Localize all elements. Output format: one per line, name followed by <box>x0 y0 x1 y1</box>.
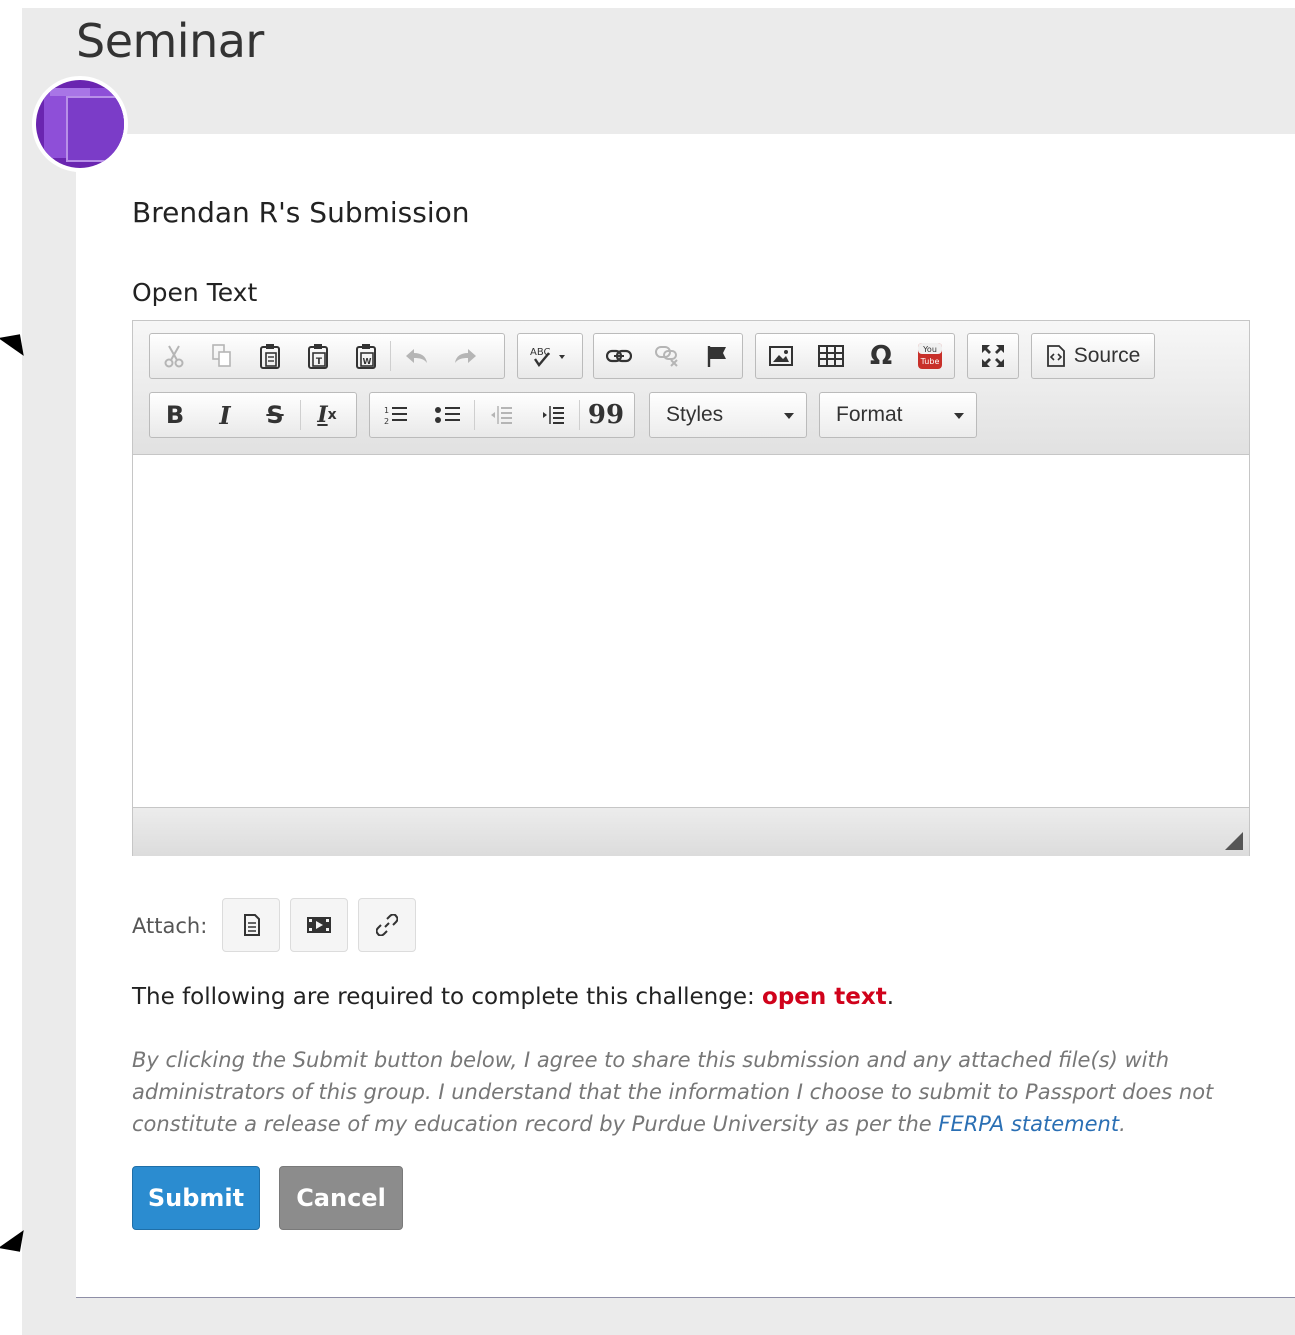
format-dropdown[interactable]: Format <box>819 392 977 438</box>
arrow-annotation-top <box>0 334 24 360</box>
source-icon <box>1046 345 1066 367</box>
svg-text:2: 2 <box>384 417 389 426</box>
rich-text-editor: T W ABC Ω You Tube Source B I S I x 1 2 … <box>132 320 1250 856</box>
outdent-icon[interactable] <box>475 393 527 437</box>
indent-icon[interactable] <box>527 393 579 437</box>
maximize-icon[interactable] <box>968 334 1018 378</box>
table-icon[interactable] <box>806 334 856 378</box>
italic-icon[interactable]: I <box>200 393 250 437</box>
link-icon <box>376 914 398 936</box>
source-label: Source <box>1073 344 1141 367</box>
svg-text:T: T <box>316 357 323 367</box>
submit-button[interactable]: Submit <box>132 1166 260 1230</box>
image-icon[interactable] <box>756 334 806 378</box>
toolbar-group-links <box>593 333 743 379</box>
required-item: open text <box>762 984 887 1010</box>
resize-handle-icon[interactable] <box>1225 832 1243 850</box>
toolbar-group-insert: Ω You Tube <box>755 333 955 379</box>
bullet-list-icon[interactable] <box>422 393 474 437</box>
svg-text:You: You <box>922 345 937 354</box>
format-label: Format <box>836 403 903 426</box>
cancel-button[interactable]: Cancel <box>279 1166 403 1230</box>
numbered-list-icon[interactable]: 12 <box>370 393 422 437</box>
svg-text:1: 1 <box>384 406 389 415</box>
file-icon <box>242 914 260 936</box>
toolbar-group-source: Source <box>1031 333 1155 379</box>
attach-label: Attach: <box>132 914 208 938</box>
toolbar-group-maximize <box>967 333 1019 379</box>
chevron-down-icon <box>954 413 964 419</box>
omega-glyph: Ω <box>869 341 893 371</box>
submission-title: Brendan R's Submission <box>132 196 470 229</box>
source-button[interactable]: Source <box>1032 334 1154 378</box>
group-avatar <box>32 76 128 172</box>
requirement-text: The following are required to complete t… <box>132 984 895 1010</box>
ferpa-link[interactable]: FERPA statement <box>938 1112 1119 1136</box>
link-icon[interactable] <box>594 334 643 378</box>
open-text-label: Open Text <box>132 278 258 307</box>
copy-icon[interactable] <box>198 334 246 378</box>
paste-icon[interactable] <box>246 334 294 378</box>
editor-content-area[interactable] <box>133 455 1249 807</box>
spellcheck-icon[interactable]: ABC <box>518 334 582 378</box>
disclaimer-text: By clicking the Submit button below, I a… <box>132 1048 1214 1136</box>
page-title: Seminar <box>76 14 264 68</box>
arrow-annotation-bottom <box>0 1226 24 1252</box>
toolbar-group-clipboard: T W <box>149 333 505 379</box>
styles-dropdown[interactable]: Styles <box>649 392 807 438</box>
attach-link-button[interactable] <box>358 898 416 952</box>
redo-icon[interactable] <box>441 334 491 378</box>
avatar-image <box>36 80 124 168</box>
blockquote-icon[interactable]: 99 <box>580 393 632 437</box>
editor-bottom-bar <box>133 807 1249 856</box>
svg-text:Tube: Tube <box>920 357 940 366</box>
undo-icon[interactable] <box>391 334 441 378</box>
youtube-icon[interactable]: You Tube <box>906 334 954 378</box>
anchor-flag-icon[interactable] <box>693 334 742 378</box>
editor-toolbar: T W ABC Ω You Tube Source B I S I x 1 2 … <box>133 321 1249 455</box>
remove-format-icon[interactable]: Ix <box>301 393 353 437</box>
attach-file-button[interactable] <box>222 898 280 952</box>
paste-word-icon[interactable]: W <box>342 334 390 378</box>
svg-text:W: W <box>363 357 372 366</box>
unlink-icon[interactable] <box>643 334 692 378</box>
toolbar-group-paragraph: 12 99 <box>369 392 635 438</box>
special-char-icon[interactable]: Ω <box>856 334 906 378</box>
strikethrough-icon[interactable]: S <box>250 393 300 437</box>
cut-icon[interactable] <box>150 334 198 378</box>
styles-label: Styles <box>666 403 724 426</box>
attach-video-button[interactable] <box>290 898 348 952</box>
toolbar-group-spellcheck: ABC <box>517 333 583 379</box>
bold-icon[interactable]: B <box>150 393 200 437</box>
chevron-down-icon <box>784 413 794 419</box>
video-icon <box>306 916 332 934</box>
toolbar-group-basicstyles: B I S Ix <box>149 392 357 438</box>
paste-text-icon[interactable]: T <box>294 334 342 378</box>
